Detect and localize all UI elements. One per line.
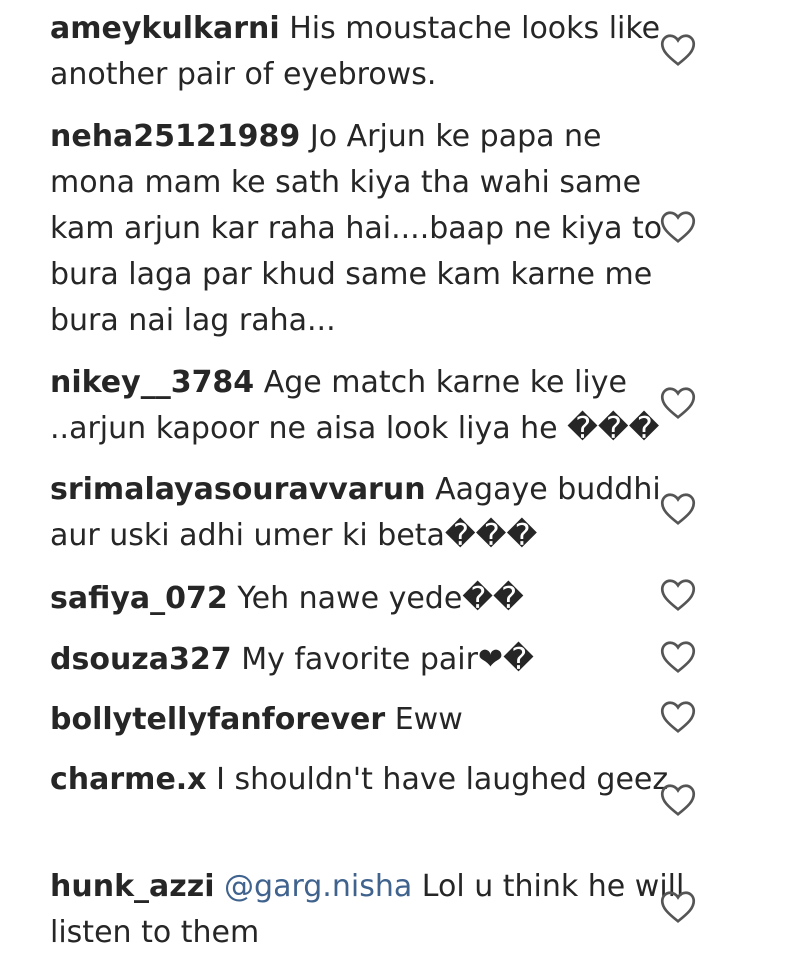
comment-username[interactable]: bollytellyfanforever xyxy=(50,702,385,737)
like-heart-icon[interactable] xyxy=(660,386,696,420)
like-heart-icon[interactable] xyxy=(660,783,696,817)
comment-text-block: charme.x I shouldn't have laughed geez xyxy=(50,757,690,803)
comment-text-block: bollytellyfanforever Eww xyxy=(50,697,690,743)
comment-text-block: neha25121989 Jo Arjun ke papa ne mona ma… xyxy=(50,114,690,344)
comment-username[interactable]: safiya_072 xyxy=(50,581,228,616)
comment-body: I shouldn't have laughed geez xyxy=(216,762,669,797)
like-heart-icon[interactable] xyxy=(660,33,696,67)
comment-text-block: ameykulkarni His moustache looks like an… xyxy=(50,6,690,98)
comment-text-block: srimalayasouravvarun Aagaye buddhi aur u… xyxy=(50,467,690,559)
comment-username[interactable]: neha25121989 xyxy=(50,119,300,154)
comment-body: My favorite pair❤� xyxy=(241,642,534,677)
comment-username[interactable]: dsouza327 xyxy=(50,642,232,677)
like-heart-icon[interactable] xyxy=(660,890,696,924)
comment-text-block: safiya_072 Yeh nawe yede�� xyxy=(50,576,690,622)
comment-username[interactable]: hunk_azzi xyxy=(50,869,214,904)
comment-username[interactable]: srimalayasouravvarun xyxy=(50,472,426,507)
comment-username[interactable]: nikey__3784 xyxy=(50,365,254,400)
comment-mention-link[interactable]: @garg.nisha xyxy=(224,869,412,904)
comments-list: ameykulkarni His moustache looks like an… xyxy=(0,0,800,950)
comment-text-block: nikey__3784 Age match karne ke liye ..ar… xyxy=(50,360,690,452)
like-heart-icon[interactable] xyxy=(660,210,696,244)
like-heart-icon[interactable] xyxy=(660,578,696,612)
like-heart-icon[interactable] xyxy=(660,492,696,526)
comment-username[interactable]: ameykulkarni xyxy=(50,11,280,46)
comment-text-block: hunk_azzi @garg.nisha Lol u think he wil… xyxy=(50,864,690,956)
like-heart-icon[interactable] xyxy=(660,700,696,734)
comment-body: Eww xyxy=(394,702,463,737)
comment-username[interactable]: charme.x xyxy=(50,762,207,797)
comment-body: Yeh nawe yede�� xyxy=(237,581,524,616)
like-heart-icon[interactable] xyxy=(660,640,696,674)
comment-text-block: dsouza327 My favorite pair❤� xyxy=(50,637,690,683)
